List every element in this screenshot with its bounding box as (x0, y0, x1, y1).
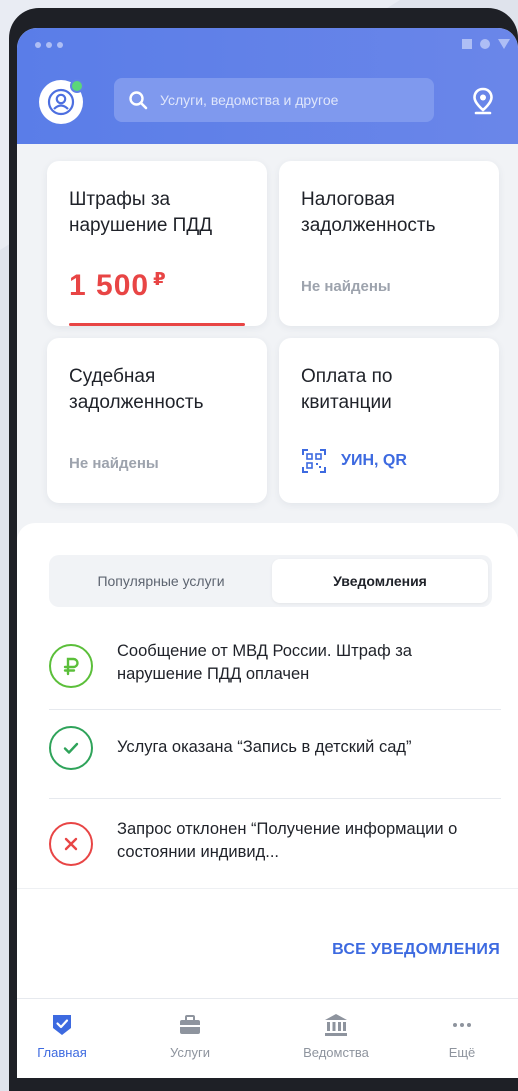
nav-label: Услуги (170, 1045, 210, 1060)
qr-code-icon (302, 449, 326, 473)
tab-popular-services[interactable]: Популярные услуги (53, 559, 269, 603)
close-icon (49, 822, 93, 866)
status-bar (17, 28, 518, 64)
court-card[interactable]: Судебная задолженность Не найдены (47, 338, 267, 503)
location-pin-icon (473, 87, 493, 115)
fines-title: Штрафы за нарушение ПДД (69, 189, 213, 236)
shield-check-icon (53, 1015, 71, 1035)
more-dots-icon (453, 1023, 471, 1027)
square-icon (462, 39, 472, 49)
uin-qr-label: УИН, QR (341, 452, 407, 469)
profile-avatar-button[interactable] (39, 79, 84, 124)
nav-label: Главная (37, 1045, 87, 1060)
notification-item-rejected[interactable]: Запрос отклонен “Получение информации о … (49, 818, 501, 878)
nav-item-services[interactable]: Услуги (145, 1013, 235, 1060)
court-title: Судебная задолженность (69, 366, 204, 413)
ruble-icon (49, 644, 93, 688)
fines-underline (69, 323, 245, 326)
bottom-navigation: Главная Услуги Ведомства Ещё (17, 998, 518, 1078)
tab-notifications[interactable]: Уведомления (272, 559, 488, 603)
user-icon (47, 88, 75, 116)
court-status: Не найдены (69, 455, 159, 472)
system-icons (462, 39, 510, 49)
segmented-tabs: Популярные услуги Уведомления (49, 555, 492, 607)
notification-text: Услуга оказана “Запись в детский сад” (117, 738, 412, 756)
location-button[interactable] (469, 86, 497, 116)
search-icon (129, 91, 148, 110)
circle-icon (480, 39, 490, 49)
notification-text: Сообщение от МВД России. Штраф за наруше… (117, 642, 412, 683)
divider (49, 709, 501, 710)
status-dots (35, 42, 63, 48)
divider (49, 798, 501, 799)
bank-icon (325, 1014, 347, 1036)
app-header: Услуги, ведомства и другое (17, 28, 518, 144)
nav-item-agencies[interactable]: Ведомства (291, 1013, 381, 1060)
tax-title: Налоговая задолженность (301, 189, 436, 236)
receipt-card[interactable]: Оплата по квитанции УИН, QR (279, 338, 499, 503)
nav-item-more[interactable]: Ещё (417, 1013, 507, 1060)
nav-label: Ещё (448, 1045, 476, 1060)
briefcase-icon (180, 1015, 200, 1034)
search-input[interactable]: Услуги, ведомства и другое (114, 78, 434, 122)
checkmark-icon (49, 726, 93, 770)
notifications-panel: Популярные услуги Уведомления Сообщение … (17, 523, 518, 1078)
nav-label: Ведомства (303, 1045, 369, 1060)
divider (17, 888, 518, 889)
tax-status: Не найдены (301, 278, 391, 295)
notification-item-success[interactable]: Услуга оказана “Запись в детский сад” (49, 726, 501, 776)
notification-item-payment[interactable]: Сообщение от МВД России. Штраф за наруше… (49, 638, 501, 698)
triangle-icon (498, 39, 510, 49)
app-screen: Услуги, ведомства и другое Штрафы за нар… (17, 28, 518, 1078)
nav-item-home[interactable]: Главная (17, 1013, 107, 1060)
uin-qr-action[interactable]: УИН, QR (301, 448, 407, 474)
fines-amount: 1 500 ₽ (69, 269, 167, 302)
fines-card[interactable]: Штрафы за нарушение ПДД 1 500 ₽ (47, 161, 267, 326)
tax-card[interactable]: Налоговая задолженность Не найдены (279, 161, 499, 326)
all-notifications-link[interactable]: ВСЕ УВЕДОМЛЕНИЯ (332, 941, 500, 959)
receipt-title: Оплата по квитанции (301, 366, 393, 413)
notification-text: Запрос отклонен “Получение информации о … (117, 820, 458, 861)
online-indicator (70, 79, 84, 93)
search-placeholder: Услуги, ведомства и другое (160, 92, 339, 108)
